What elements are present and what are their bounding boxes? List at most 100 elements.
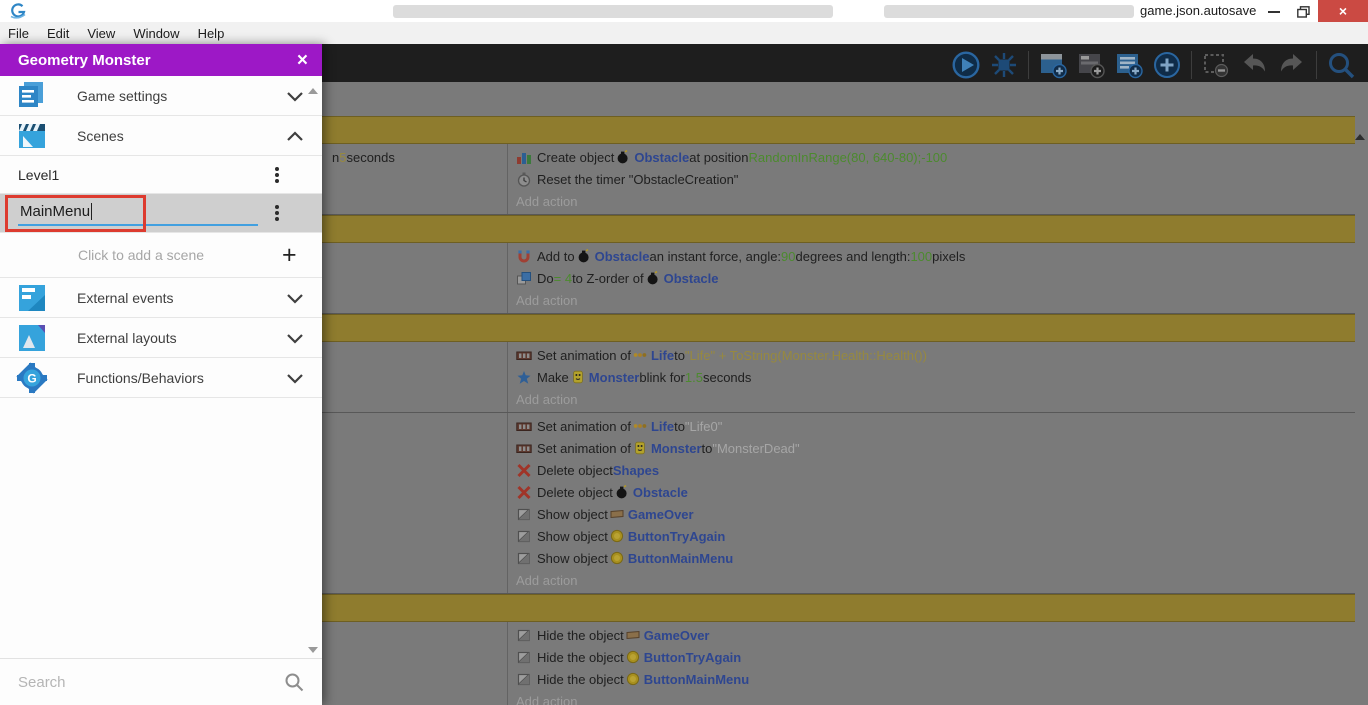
button-icon: [626, 650, 640, 664]
redo-button[interactable]: [1277, 50, 1307, 80]
menu-view[interactable]: View: [78, 26, 124, 41]
sidebar-item-label: External events: [77, 289, 174, 306]
life-icon: [633, 419, 647, 433]
chevron-down-icon[interactable]: [286, 331, 304, 345]
undo-button[interactable]: [1239, 50, 1269, 80]
text-segment: at position: [689, 149, 749, 165]
chevron-down-icon[interactable]: [286, 89, 304, 103]
scene-item-level1[interactable]: Level1: [0, 156, 322, 194]
actions-cell[interactable]: Create object Obstacle at position Rando…: [508, 144, 1355, 214]
text-segment: Set animation of: [537, 347, 631, 363]
search-icon[interactable]: [284, 672, 304, 692]
conditions-cell[interactable]: [322, 413, 508, 593]
chevron-down-icon[interactable]: [286, 291, 304, 305]
add-action-button[interactable]: Add action: [516, 388, 1355, 410]
game-over-icon: [610, 507, 624, 521]
action-line[interactable]: Do = 4 to Z-order of Obstacle: [516, 267, 1355, 289]
action-line[interactable]: Create object Obstacle at position Rando…: [516, 146, 1355, 168]
add-scene-button[interactable]: Click to add a scene +: [0, 233, 322, 278]
add-comment-button[interactable]: [1114, 50, 1144, 80]
comment-row[interactable]: [322, 594, 1355, 622]
comment-row[interactable]: [322, 215, 1355, 243]
conditions-cell[interactable]: [322, 622, 508, 705]
event-row[interactable]: Set animation of Life to "Life0" Set anim…: [322, 413, 1355, 594]
restore-button[interactable]: [1297, 5, 1310, 18]
scroll-up-icon[interactable]: [308, 88, 318, 94]
action-line[interactable]: Set animation of Life to "Life" + ToStri…: [516, 344, 1355, 366]
add-action-button[interactable]: Add action: [516, 690, 1355, 705]
event-row[interactable]: Set animation of Life to "Life" + ToStri…: [322, 342, 1355, 413]
actions-cell[interactable]: Hide the object GameOver Hide the object …: [508, 622, 1355, 705]
event-row[interactable]: Hide the object GameOver Hide the object …: [322, 622, 1355, 705]
preview-button[interactable]: [951, 50, 981, 80]
sidebar-item-scenes[interactable]: Scenes: [0, 116, 322, 156]
actions-cell[interactable]: Add to Obstacle an instant force, angle:…: [508, 243, 1355, 313]
project-manager-scrollbar[interactable]: [306, 84, 320, 657]
conditions-cell[interactable]: [322, 342, 508, 412]
action-line[interactable]: Show object ButtonTryAgain: [516, 525, 1355, 547]
minimize-button[interactable]: [1268, 11, 1280, 13]
scene-item-editing[interactable]: MainMenu: [0, 194, 322, 233]
scroll-down-icon[interactable]: [308, 647, 318, 653]
add-action-button[interactable]: Add action: [516, 569, 1355, 591]
action-line[interactable]: Set animation of Life to "Life0": [516, 415, 1355, 437]
menu-edit[interactable]: Edit: [38, 26, 78, 41]
text-segment: Shapes: [612, 462, 660, 478]
scene-name-input[interactable]: MainMenu: [20, 203, 92, 220]
visibility-icon: [516, 529, 532, 544]
animation-icon: [516, 419, 532, 434]
conditions-cell[interactable]: [322, 243, 508, 313]
debug-button[interactable]: [989, 50, 1019, 80]
action-line[interactable]: Hide the object GameOver: [516, 624, 1355, 646]
add-subevent-button[interactable]: [1076, 50, 1106, 80]
comment-row[interactable]: [322, 314, 1355, 342]
add-action-button[interactable]: Add action: [516, 289, 1355, 311]
action-line[interactable]: Set animation of Monster to "MonsterDead…: [516, 437, 1355, 459]
actions-cell[interactable]: Set animation of Life to "Life0" Set anim…: [508, 413, 1355, 593]
add-event-button[interactable]: [1038, 50, 1068, 80]
menu-file[interactable]: File: [8, 26, 38, 41]
scroll-up-icon[interactable]: [1355, 134, 1365, 140]
text-segment: Do: [537, 270, 554, 286]
text-segment: ButtonTryAgain: [627, 528, 726, 544]
action-line[interactable]: Delete object Obstacle: [516, 481, 1355, 503]
text-segment: Delete object: [537, 462, 613, 478]
action-line[interactable]: Show object GameOver: [516, 503, 1355, 525]
close-window-button[interactable]: ×: [1318, 0, 1368, 22]
add-action-button[interactable]: Add action: [516, 190, 1355, 212]
search-input[interactable]: [18, 673, 284, 691]
event-row[interactable]: n 5 seconds Create object Obstacle at pos…: [322, 144, 1355, 215]
conditions-cell[interactable]: n 5 seconds: [322, 144, 508, 214]
chevron-down-icon[interactable]: [286, 371, 304, 385]
action-line[interactable]: Delete object Shapes: [516, 459, 1355, 481]
close-icon[interactable]: ×: [297, 51, 308, 70]
add-more-button[interactable]: [1152, 50, 1182, 80]
sidebar-item-external-layouts[interactable]: External layouts: [0, 318, 322, 358]
action-line[interactable]: Make Monster blink for 1.5 seconds: [516, 366, 1355, 388]
visibility-icon: [516, 507, 532, 522]
actions-cell[interactable]: Set animation of Life to "Life" + ToStri…: [508, 342, 1355, 412]
chevron-up-icon[interactable]: [286, 129, 304, 143]
menu-help[interactable]: Help: [189, 26, 234, 41]
scene-options-icon[interactable]: [272, 164, 282, 186]
action-line[interactable]: Hide the object ButtonTryAgain: [516, 646, 1355, 668]
action-line[interactable]: Reset the timer "ObstacleCreation": [516, 168, 1355, 190]
sidebar-item-functions-behaviors[interactable]: G Functions/Behaviors: [0, 358, 322, 398]
action-line[interactable]: Add to Obstacle an instant force, angle:…: [516, 245, 1355, 267]
sidebar-item-external-events[interactable]: External events: [0, 278, 322, 318]
delete-icon: [516, 463, 532, 478]
menu-window[interactable]: Window: [124, 26, 188, 41]
sidebar-item-label: Game settings: [77, 87, 168, 104]
action-line[interactable]: Show object ButtonMainMenu: [516, 547, 1355, 569]
action-line[interactable]: Hide the object ButtonMainMenu: [516, 668, 1355, 690]
delete-event-button[interactable]: [1201, 50, 1231, 80]
comment-row[interactable]: [322, 116, 1355, 144]
scene-options-icon[interactable]: [272, 202, 282, 224]
sidebar-item-game-settings[interactable]: Game settings: [0, 76, 322, 116]
obstacle-icon: [646, 271, 660, 285]
event-row[interactable]: Add to Obstacle an instant force, angle:…: [322, 243, 1355, 314]
search-events-button[interactable]: [1326, 50, 1356, 80]
visibility-icon: [516, 650, 532, 665]
project-manager-panel: Geometry Monster × Game settings Scenes: [0, 44, 322, 705]
text-segment: ButtonMainMenu: [643, 671, 750, 687]
